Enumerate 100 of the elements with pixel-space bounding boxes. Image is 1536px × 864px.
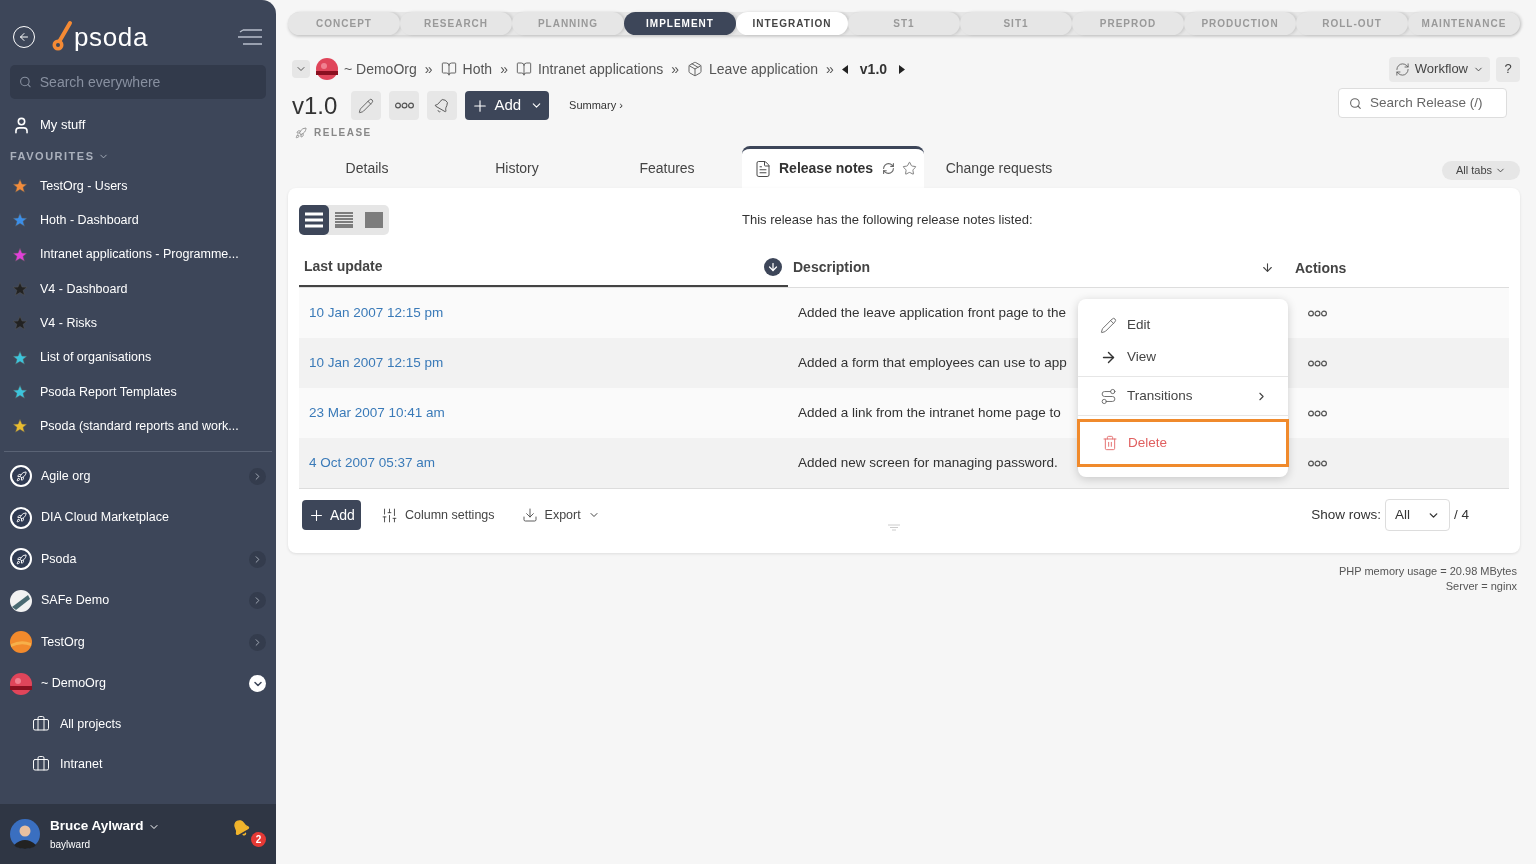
date-link[interactable]: 10 Jan 2007 12:15 pm <box>299 302 788 324</box>
date-link[interactable]: 23 Mar 2007 10:41 am <box>299 402 788 424</box>
table-cell-text: Added new screen for managing password. <box>798 453 1058 472</box>
type-label: RELEASE <box>314 126 372 140</box>
search-input[interactable]: Search Release (/) <box>1369 92 1496 114</box>
sort-icon[interactable] <box>764 257 782 276</box>
organisation-link[interactable]: Agile org <box>41 466 91 486</box>
menu-icon[interactable] <box>237 28 263 46</box>
collapse-button[interactable] <box>249 675 266 693</box>
download-icon <box>521 507 538 523</box>
briefcase-icon <box>32 755 50 774</box>
notify-button[interactable] <box>427 91 458 120</box>
row-actions-icon[interactable] <box>1308 309 1327 317</box>
menu-item[interactable]: Transitions <box>1078 380 1288 412</box>
search-input[interactable]: Search everywhere <box>39 71 257 93</box>
table-cell-text: Added a form that employees can use to app <box>798 353 1067 372</box>
rocket-icon <box>295 126 307 139</box>
tab[interactable]: Features <box>592 148 742 188</box>
breadcrumb-separator: » <box>500 59 508 79</box>
pencil-icon <box>358 97 375 114</box>
menu-item[interactable]: Delete <box>1077 419 1289 467</box>
breadcrumb-link[interactable]: Intranet applications <box>537 58 664 80</box>
organisation-link[interactable]: TestOrg <box>41 632 85 652</box>
favourite-link[interactable]: Psoda (standard reports and work... <box>40 416 239 436</box>
organisation-link[interactable]: ~ DemoOrg <box>41 674 106 693</box>
transitions-icon <box>1100 387 1117 405</box>
search-field[interactable]: Search Release (/) <box>1338 88 1507 118</box>
star-icon[interactable] <box>902 161 918 176</box>
add-button[interactable]: Add <box>302 500 361 530</box>
breadcrumb-link[interactable]: Hoth <box>462 58 493 80</box>
date-link[interactable]: 4 Oct 2007 05:37 am <box>299 452 788 474</box>
breadcrumb-link[interactable]: Leave application <box>709 58 818 80</box>
breadcrumb-separator: » <box>424 59 433 79</box>
breadcrumb-link[interactable]: ~ DemoOrg <box>344 58 417 80</box>
favourites-heading: FAVOURITES <box>10 148 95 164</box>
project-link[interactable]: Intranet <box>60 755 103 774</box>
search-field[interactable]: Search everywhere <box>10 65 266 99</box>
row-actions-icon[interactable] <box>1308 409 1327 417</box>
rocket-avatar-icon <box>10 506 32 529</box>
favourite-link[interactable]: List of organisations <box>40 348 152 367</box>
org-avatar-icon <box>10 589 32 612</box>
organisation-link[interactable]: SAFe Demo <box>41 591 110 610</box>
favourite-link[interactable]: Psoda Report Templates <box>40 382 177 402</box>
column-header[interactable]: Description <box>793 257 870 278</box>
export-button[interactable]: Export <box>521 505 600 525</box>
organisation-link[interactable]: DIA Cloud Marketplace <box>41 508 169 527</box>
book-icon <box>440 61 457 77</box>
stage-pill[interactable]: INTEGRATION <box>736 12 848 35</box>
resize-handle-icon[interactable] <box>888 524 900 531</box>
favourite-link[interactable]: Intranet applications - Programme... <box>40 245 239 265</box>
workflow-button[interactable]: Workflow <box>1388 56 1490 82</box>
tab[interactable]: Change requests <box>924 148 1074 188</box>
org-avatar-icon <box>10 631 32 654</box>
help-button[interactable]: ? <box>1496 56 1520 82</box>
package-icon <box>687 61 704 77</box>
column-settings-button[interactable]: Column settings <box>380 505 495 525</box>
tab[interactable]: History <box>442 148 592 188</box>
organisation-link[interactable]: Psoda <box>41 549 77 569</box>
refresh-icon[interactable] <box>882 162 896 175</box>
menu-item[interactable]: Edit <box>1078 309 1288 341</box>
org-avatar-icon <box>316 58 338 80</box>
density-button[interactable] <box>299 205 329 235</box>
edit-button[interactable] <box>351 91 382 120</box>
date-link[interactable]: 10 Jan 2007 12:15 pm <box>299 352 788 374</box>
favourite-link[interactable]: V4 - Risks <box>40 313 97 333</box>
note-icon <box>754 159 772 178</box>
row-actions-icon[interactable] <box>1308 359 1327 367</box>
column-header: Actions <box>1295 259 1347 276</box>
add-button[interactable]: Add <box>465 91 550 120</box>
row-total: / 4 <box>1454 505 1469 524</box>
breadcrumb-separator: » <box>671 59 680 79</box>
rows-select[interactable]: All <box>1385 499 1450 531</box>
project-link[interactable]: All projects <box>60 715 122 734</box>
breadcrumb-current: v1.0 <box>859 59 888 79</box>
tab[interactable]: Details <box>292 148 442 188</box>
column-header[interactable]: Last update <box>304 256 383 277</box>
favourite-link[interactable]: V4 - Dashboard <box>40 279 128 299</box>
all-tabs-button[interactable]: All tabs <box>1441 161 1520 180</box>
intro-text: This release has the following release notes listed: <box>742 211 1033 230</box>
back-icon <box>18 31 30 43</box>
server-info-text: Server = nginx <box>1445 579 1517 594</box>
favourite-link[interactable]: Hoth - Dashboard <box>40 211 139 230</box>
user-name[interactable]: Bruce Aylward <box>50 816 144 837</box>
favourite-link[interactable]: TestOrg - Users <box>40 176 128 196</box>
next-icon[interactable] <box>899 64 906 74</box>
sort-icon[interactable] <box>1261 261 1274 274</box>
row-actions-icon[interactable] <box>1308 459 1327 467</box>
more-button[interactable] <box>389 91 420 120</box>
avatar[interactable] <box>10 819 40 849</box>
rocket-avatar-icon <box>10 548 32 571</box>
logo-text: psoda <box>74 24 149 50</box>
my-stuff-link[interactable]: My stuff <box>40 115 86 135</box>
rocket-avatar-icon <box>10 465 32 488</box>
previous-icon[interactable] <box>841 64 848 74</box>
menu-item[interactable]: View <box>1078 341 1288 373</box>
workflow-icon <box>1394 61 1410 77</box>
more-icon <box>394 102 414 109</box>
stage-pill[interactable]: IMPLEMENT <box>624 12 736 35</box>
tab[interactable]: Release notes <box>742 146 924 188</box>
summary-link[interactable]: Summary › <box>569 97 623 114</box>
